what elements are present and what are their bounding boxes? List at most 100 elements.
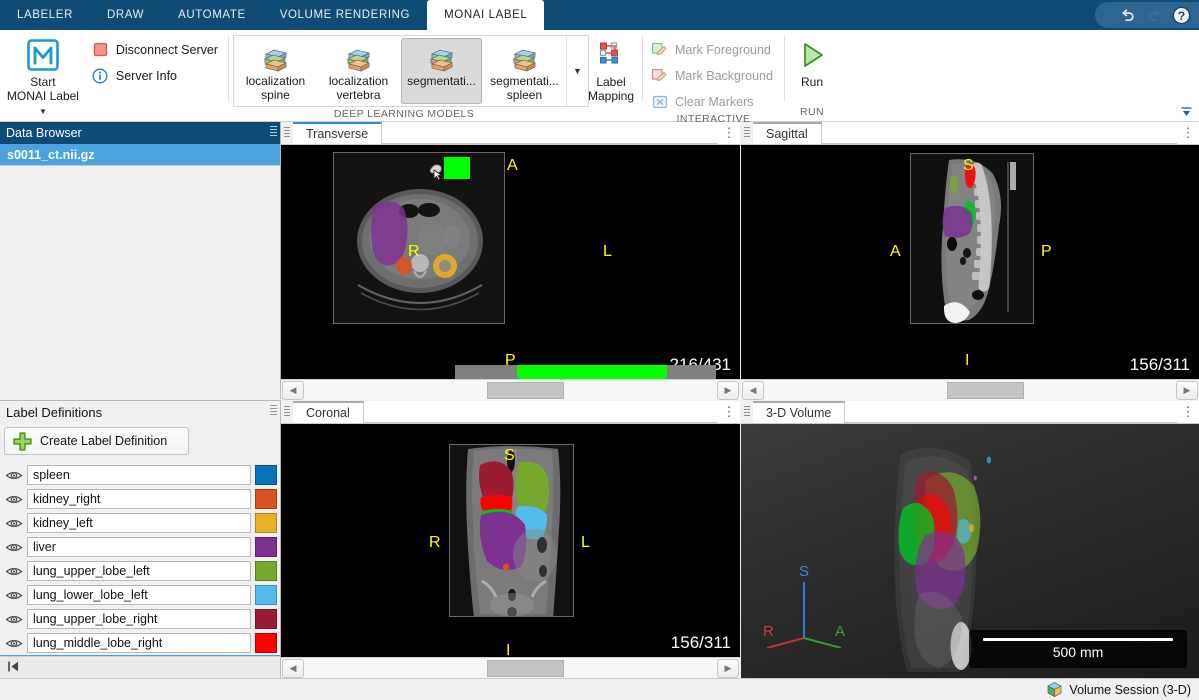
model-cube-icon [261, 44, 291, 74]
coronal-slice-count: 156/311 [670, 633, 731, 652]
sagittal-scroll-track[interactable] [765, 381, 1175, 400]
caret-right-icon[interactable]: ▶ [717, 380, 739, 400]
caret-right-icon[interactable]: ▶ [717, 658, 739, 678]
tab-coronal[interactable]: Coronal [293, 401, 364, 423]
label-definition-name[interactable]: lung_upper_lobe_right [27, 609, 251, 629]
scale-bar-label: 500 mm [1052, 644, 1104, 660]
tab-automate[interactable]: AUTOMATE [161, 0, 263, 30]
pane-grip-icon[interactable] [281, 122, 293, 144]
coronal-scroll-track[interactable] [305, 659, 716, 678]
label-definition-color-swatch[interactable] [255, 489, 277, 509]
transverse-scroll-thumb[interactable] [487, 381, 564, 399]
panel-grip-icon[interactable] [270, 126, 277, 139]
kebab-menu-icon[interactable]: ⋮ [718, 401, 740, 423]
label-definition-color-swatch[interactable] [255, 537, 277, 557]
volume3d-pane: 3-D Volume ⋮ S R A 500 mm [741, 401, 1199, 678]
label-definition-color-swatch[interactable] [255, 561, 277, 581]
kebab-menu-icon[interactable]: ⋮ [1177, 401, 1199, 423]
create-label-definition-button[interactable]: Create Label Definition [4, 427, 189, 455]
coronal-hscrollbar[interactable]: ◀ ▶ [281, 657, 740, 678]
eye-visibility-icon[interactable] [4, 586, 23, 604]
sagittal-canvas[interactable]: S I A P 156/311 [741, 145, 1199, 379]
label-definition-row[interactable]: lung_upper_lobe_left [0, 559, 280, 583]
collapse-ribbon-icon[interactable] [1179, 105, 1193, 119]
kebab-menu-icon[interactable]: ⋮ [718, 122, 740, 144]
sagittal-scroll-thumb[interactable] [947, 381, 1024, 399]
transverse-hscrollbar[interactable]: ◀ ▶ [281, 379, 740, 400]
label-definition-row[interactable]: lung_middle_lobe_right [0, 631, 280, 655]
tab-3d-volume[interactable]: 3-D Volume [753, 401, 846, 423]
label-definition-color-swatch[interactable] [255, 513, 277, 533]
volume3d-canvas[interactable]: S R A 500 mm [741, 424, 1199, 678]
tab-draw[interactable]: DRAW [90, 0, 161, 30]
eye-visibility-icon[interactable] [4, 610, 23, 628]
undo-icon[interactable] [1115, 3, 1139, 27]
caret-left-icon[interactable]: ◀ [282, 658, 304, 678]
run-button[interactable]: Run [789, 33, 835, 89]
coronal-scroll-thumb[interactable] [487, 659, 564, 677]
label-definition-name[interactable]: lung_lower_lobe_left [27, 585, 251, 605]
label-definition-color-swatch[interactable] [255, 585, 277, 605]
model-segmentation-spleen[interactable]: segmentati... spleen [484, 38, 565, 104]
label-definition-row[interactable]: lung_upper_lobe_right [0, 607, 280, 631]
transverse-slice-slider[interactable] [455, 365, 716, 379]
caret-left-icon[interactable]: ◀ [282, 380, 304, 400]
eye-visibility-icon[interactable] [4, 562, 23, 580]
orientation-superior: S [963, 157, 974, 174]
label-definition-color-swatch[interactable] [255, 633, 277, 653]
model-localization-spine[interactable]: localization spine [235, 38, 316, 104]
label-mapping-icon [593, 37, 629, 73]
start-label-line1: Start [30, 75, 56, 89]
tab-volume-rendering[interactable]: VOLUME RENDERING [263, 0, 427, 30]
kebab-menu-icon[interactable]: ⋮ [1177, 122, 1199, 144]
data-browser-title: Data Browser [6, 126, 82, 140]
label-definition-row[interactable]: spleen [0, 463, 280, 487]
label-definition-color-swatch[interactable] [255, 609, 277, 629]
label-definition-row[interactable]: kidney_left [0, 511, 280, 535]
label-definition-name[interactable]: spleen [27, 465, 251, 485]
coronal-pane: Coronal ⋮ S I R L 156/311 ◀ ▶ [281, 401, 740, 678]
tab-monai-label[interactable]: MONAI LABEL [427, 0, 545, 30]
coronal-canvas[interactable]: S I R L 156/311 [281, 424, 740, 657]
collapse-left-icon[interactable] [6, 659, 21, 677]
tab-sagittal[interactable]: Sagittal [753, 122, 822, 144]
label-definition-name[interactable]: kidney_right [27, 489, 251, 509]
label-definition-row[interactable]: kidney_right [0, 487, 280, 511]
eye-visibility-icon[interactable] [4, 466, 23, 484]
transverse-scroll-track[interactable] [305, 381, 716, 400]
pane-grip-icon[interactable] [741, 122, 753, 144]
label-mapping-button[interactable]: Label Mapping [584, 33, 638, 103]
data-browser-item[interactable]: s0011_ct.nii.gz [0, 144, 280, 166]
ribbon-group-deep-learning-models: localization spine localization vertebra… [229, 30, 589, 121]
eye-visibility-icon[interactable] [4, 514, 23, 532]
pane-grip-icon[interactable] [281, 401, 293, 423]
transverse-canvas[interactable]: A P R L 216/431 [281, 145, 740, 379]
help-icon[interactable]: ? [1169, 3, 1193, 27]
eye-visibility-icon[interactable] [4, 490, 23, 508]
label-definition-name[interactable]: kidney_left [27, 513, 251, 533]
label-definition-name[interactable]: lung_upper_lobe_left [27, 561, 251, 581]
eye-visibility-icon[interactable] [4, 538, 23, 556]
sagittal-hscrollbar[interactable]: ◀ ▶ [741, 379, 1199, 400]
model-localization-vertebra[interactable]: localization vertebra [318, 38, 399, 104]
label-definition-row[interactable]: liver [0, 535, 280, 559]
caret-left-icon[interactable]: ◀ [742, 380, 764, 400]
chevron-down-icon[interactable]: ▼ [39, 107, 47, 116]
group-title-run: RUN [800, 106, 824, 118]
label-definition-row[interactable]: lung_lower_lobe_left [0, 583, 280, 607]
server-info-button[interactable]: Server Info [90, 65, 224, 86]
model-cube-icon [344, 44, 374, 74]
eye-visibility-icon[interactable] [4, 634, 23, 652]
tab-transverse[interactable]: Transverse [293, 122, 383, 144]
label-definition-name[interactable]: lung_middle_lobe_right [27, 633, 251, 653]
panel-grip-icon[interactable] [270, 405, 277, 418]
create-label-definition-label: Create Label Definition [40, 434, 168, 448]
pane-grip-icon[interactable] [741, 401, 753, 423]
disconnect-server-button[interactable]: Disconnect Server [90, 39, 224, 60]
start-monai-label-button[interactable]: Start MONAI Label ▼ [4, 33, 82, 119]
caret-right-icon[interactable]: ▶ [1176, 380, 1198, 400]
model-segmentation-selected[interactable]: segmentati... [401, 38, 482, 104]
tab-labeler[interactable]: LABELER [0, 0, 90, 30]
label-definition-name[interactable]: liver [27, 537, 251, 557]
label-definition-color-swatch[interactable] [255, 465, 277, 485]
